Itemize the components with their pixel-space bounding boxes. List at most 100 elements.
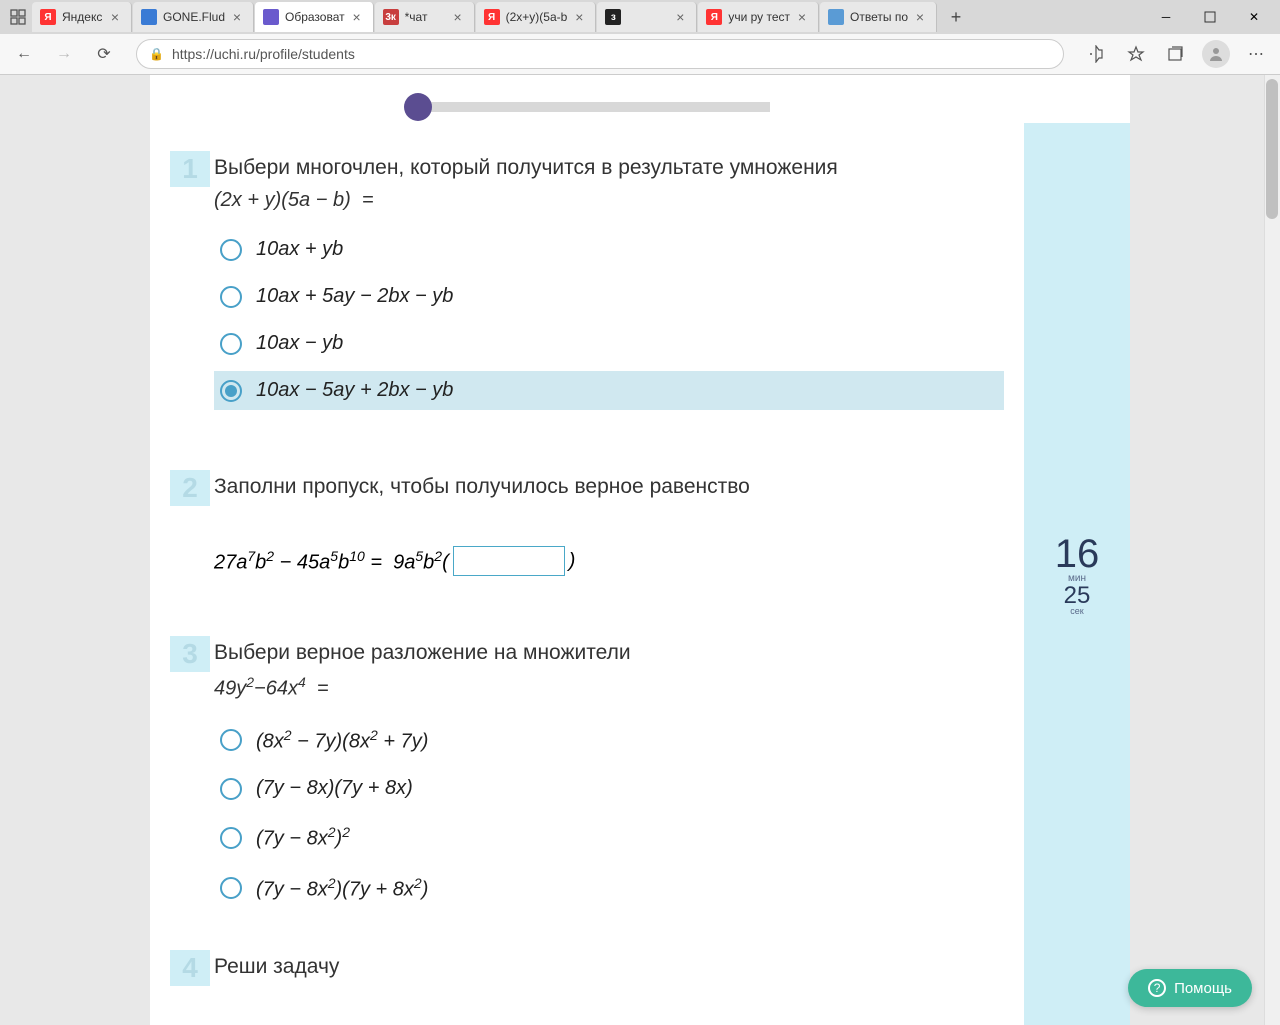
browser-tab[interactable]: 3к *чат ×	[375, 2, 475, 32]
answer-option[interactable]: (7y − 8x2)(7y + 8x2)	[214, 867, 1004, 910]
tab-close-icon[interactable]: ×	[794, 9, 810, 25]
tab-title: Яндекс	[62, 10, 103, 24]
question-number: 3	[170, 636, 210, 672]
favicon	[828, 9, 844, 25]
back-button[interactable]: ←	[8, 38, 40, 70]
tab-title: Образоват	[285, 10, 345, 24]
profile-button[interactable]	[1200, 38, 1232, 70]
browser-tab[interactable]: Ответы по ×	[820, 2, 937, 32]
favicon: Я	[40, 9, 56, 25]
browser-tab[interactable]: Я Яндекс ×	[32, 2, 132, 32]
question-text: Выбери верное разложение на множители	[214, 636, 631, 667]
answer-option[interactable]: 10ax + yb	[214, 230, 1004, 269]
scrollbar-thumb[interactable]	[1266, 79, 1278, 219]
question-text: Выбери многочлен, который получится в ре…	[214, 151, 838, 182]
tab-close-icon[interactable]: ×	[672, 9, 688, 25]
radio-icon	[220, 380, 242, 402]
browser-chrome: Я Яндекс × GONE.Flud × Образоват ×3к *ча…	[0, 0, 1280, 75]
browser-tab[interactable]: Образоват ×	[255, 2, 374, 32]
tab-close-icon[interactable]: ×	[229, 9, 245, 25]
maximize-button[interactable]	[1188, 2, 1232, 32]
help-button[interactable]: ? Помощь	[1128, 969, 1252, 1007]
equation: 27a7b2 − 45a5b10 = 9a5b2( )	[214, 546, 1004, 576]
option-text: (7y − 8x2)2	[256, 824, 350, 851]
questions-column: 1 Выбери многочлен, который получится в …	[150, 75, 1024, 1025]
radio-icon	[220, 729, 242, 751]
question-4: 4 Реши задачу	[170, 950, 1004, 986]
progress-track	[430, 102, 770, 112]
favicon: Я	[484, 9, 500, 25]
read-aloud-icon[interactable]	[1080, 38, 1112, 70]
option-text: 10ax − yb	[256, 332, 343, 355]
answer-option[interactable]: (7y − 8x)(7y + 8x)	[214, 769, 1004, 808]
scrollbar[interactable]	[1264, 75, 1280, 1025]
option-text: 10ax − 5ay + 2bx − yb	[256, 379, 453, 402]
tab-title: *чат	[405, 10, 446, 24]
answer-option[interactable]: (8x2 − 7y)(8x2 + 7y)	[214, 719, 1004, 762]
window-controls: ─ ✕	[1144, 2, 1276, 32]
browser-tab[interactable]: GONE.Flud ×	[133, 2, 254, 32]
question-number: 4	[170, 950, 210, 986]
tab-close-icon[interactable]: ×	[571, 9, 587, 25]
question-expression: 49y2−64x4 =	[214, 674, 1004, 701]
tab-close-icon[interactable]: ×	[107, 9, 123, 25]
page-viewport: 1 Выбери многочлен, который получится в …	[0, 75, 1280, 1025]
question-number: 2	[170, 470, 210, 506]
favicon: 3к	[383, 9, 399, 25]
browser-tab[interactable]: Я (2x+y)(5a-b ×	[476, 2, 597, 32]
tab-close-icon[interactable]: ×	[450, 9, 466, 25]
more-menu-button[interactable]: ⋯	[1240, 38, 1272, 70]
answer-option[interactable]: 10ax − 5ay + 2bx − yb	[214, 371, 1004, 410]
favicon: з	[605, 9, 621, 25]
answer-option[interactable]: 10ax + 5ay − 2bx − yb	[214, 277, 1004, 316]
question-text: Реши задачу	[214, 950, 339, 981]
option-text: (7y − 8x)(7y + 8x)	[256, 777, 413, 800]
content-container: 1 Выбери многочлен, который получится в …	[150, 75, 1130, 1025]
tab-overview-button[interactable]	[4, 3, 32, 31]
timer-minutes: 16	[1055, 532, 1100, 577]
tab-title: учи ру тест	[728, 10, 790, 24]
favicon	[141, 9, 157, 25]
question-3: 3 Выбери верное разложение на множители …	[170, 636, 1004, 910]
radio-icon	[220, 877, 242, 899]
tab-title: (2x+y)(5a-b	[506, 10, 568, 24]
minimize-button[interactable]: ─	[1144, 2, 1188, 32]
help-label: Помощь	[1174, 980, 1232, 997]
url-text: https://uchi.ru/profile/students	[172, 46, 1051, 62]
favorites-icon[interactable]	[1120, 38, 1152, 70]
question-expression: (2x + y)(5a − b) =	[214, 189, 1004, 212]
radio-icon	[220, 827, 242, 849]
timer-sec-label: сек	[1055, 606, 1100, 616]
tab-title: Ответы по	[850, 10, 908, 24]
radio-icon	[220, 239, 242, 261]
address-bar[interactable]: 🔒 https://uchi.ru/profile/students	[136, 39, 1064, 69]
answer-option[interactable]: (7y − 8x2)2	[214, 816, 1004, 859]
radio-icon	[220, 333, 242, 355]
new-tab-button[interactable]: +	[942, 3, 970, 31]
favicon: Я	[706, 9, 722, 25]
tab-close-icon[interactable]: ×	[912, 9, 928, 25]
close-window-button[interactable]: ✕	[1232, 2, 1276, 32]
question-1: 1 Выбери многочлен, который получится в …	[170, 151, 1004, 410]
answer-option[interactable]: 10ax − yb	[214, 324, 1004, 363]
browser-tab[interactable]: з ×	[597, 2, 697, 32]
question-2: 2 Заполни пропуск, чтобы получилось верн…	[170, 470, 1004, 576]
question-number: 1	[170, 151, 210, 187]
tab-bar: Я Яндекс × GONE.Flud × Образоват ×3к *ча…	[0, 0, 1280, 34]
progress-bar	[170, 75, 1004, 151]
browser-tab[interactable]: Я учи ру тест ×	[698, 2, 819, 32]
fill-blank-input[interactable]	[453, 546, 565, 576]
tab-close-icon[interactable]: ×	[349, 9, 365, 25]
forward-button[interactable]: →	[48, 38, 80, 70]
radio-icon	[220, 778, 242, 800]
option-text: (7y − 8x2)(7y + 8x2)	[256, 875, 428, 902]
nav-bar: ← → ⟳ 🔒 https://uchi.ru/profile/students…	[0, 34, 1280, 74]
help-icon: ?	[1148, 979, 1166, 997]
radio-icon	[220, 286, 242, 308]
timer-sidebar: 16 мин 25 сек	[1024, 123, 1130, 1025]
collections-icon[interactable]	[1160, 38, 1192, 70]
reload-button[interactable]: ⟳	[88, 38, 120, 70]
option-text: (8x2 − 7y)(8x2 + 7y)	[256, 727, 428, 754]
question-text: Заполни пропуск, чтобы получилось верное…	[214, 470, 750, 501]
option-text: 10ax + yb	[256, 238, 343, 261]
